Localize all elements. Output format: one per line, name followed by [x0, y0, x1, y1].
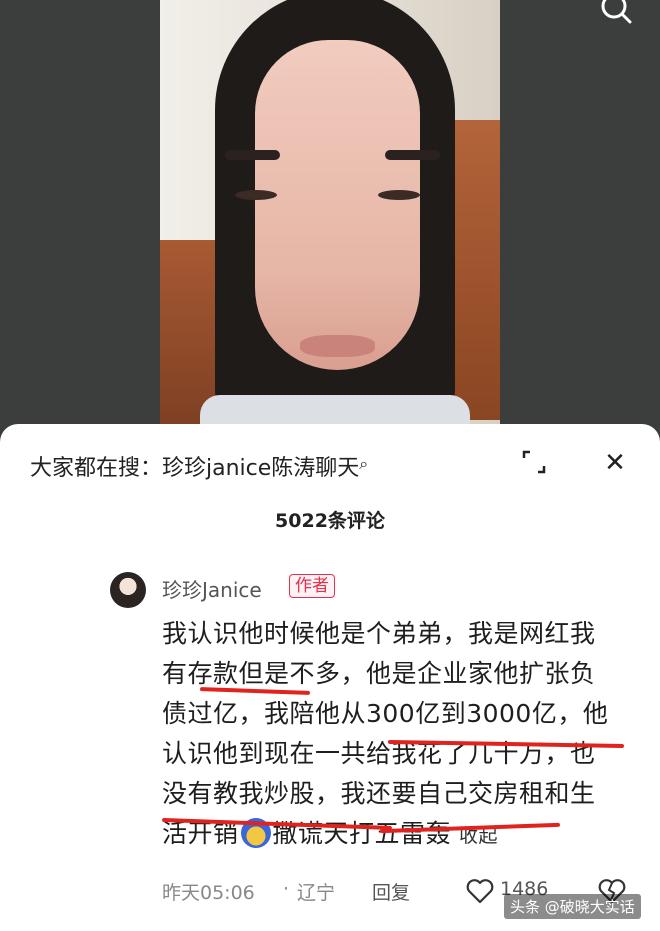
face	[255, 40, 420, 370]
meta-separator: ·	[283, 878, 290, 900]
comment-location: 辽宁	[297, 882, 336, 904]
search-hint-text[interactable]: 大家都在搜：珍珍janice陈涛聊天	[30, 456, 359, 481]
left-eye	[235, 190, 277, 200]
expand-icon[interactable]	[520, 448, 548, 476]
reply-button[interactable]: 回复	[372, 878, 410, 905]
left-eyebrow	[225, 150, 280, 160]
comment-line: 没有教我炒股，我还要自己交房租和生	[162, 779, 596, 808]
watermark: 头条 @破晓大实话	[504, 894, 641, 919]
right-eyebrow	[385, 150, 440, 160]
comment-text: 我认识他时候他是个弟弟，我是网红我 有存款但是不多，他是企业家他扩张负 债过亿，…	[162, 614, 642, 854]
like-icon[interactable]	[466, 878, 494, 904]
video-area[interactable]	[0, 0, 660, 430]
comment-time: 昨天05:06	[162, 882, 255, 904]
search-hint[interactable]: 大家都在搜：珍珍janice陈涛聊天⌕	[30, 450, 368, 482]
author-badge: 作者	[289, 574, 335, 598]
search-hint-icon[interactable]: ⌕	[359, 454, 368, 473]
comment-line: 我认识他时候他是个弟弟，我是网红我	[162, 619, 596, 648]
search-icon[interactable]	[598, 0, 638, 24]
username[interactable]: 珍珍Janice	[162, 574, 262, 603]
lips	[300, 335, 375, 357]
comment-line: 债过亿，我陪他从300亿到3000亿，他	[162, 699, 609, 728]
comment-count: 5022条评论	[275, 510, 385, 532]
comment-sheet: 大家都在搜：珍珍janice陈涛聊天⌕ ✕ 5022条评论 珍珍Janice 作…	[0, 424, 660, 931]
right-eye	[378, 190, 420, 200]
avatar[interactable]	[110, 572, 146, 608]
video-frame[interactable]	[160, 0, 500, 424]
close-icon[interactable]: ✕	[600, 448, 630, 478]
shirt	[200, 395, 470, 424]
